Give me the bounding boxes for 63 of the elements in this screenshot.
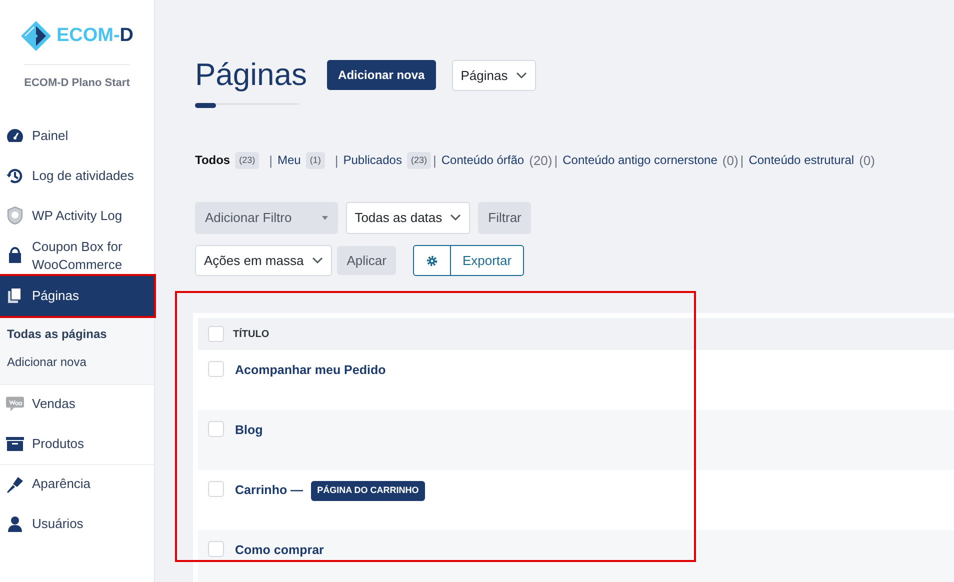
sidebar-item[interactable]: Aparência (0, 464, 154, 504)
sidebar-item[interactable]: Coupon Box for WooCommerce (0, 236, 154, 276)
caret-icon (322, 216, 328, 220)
shield-icon (6, 206, 24, 225)
title-underline (195, 102, 216, 108)
page-title-link[interactable]: Blog (235, 421, 263, 440)
person-icon (6, 516, 24, 532)
sidebar-item[interactable]: Painel (0, 116, 154, 156)
view-link[interactable]: Meu (278, 151, 301, 170)
plan-name: ECOM-D Plano Start (24, 64, 130, 92)
row-checkbox[interactable] (208, 421, 224, 437)
count-badge: (23) (235, 152, 260, 169)
view-separator: | (269, 152, 273, 170)
count-text: (0) (859, 152, 875, 170)
sidebar-item[interactable]: WP Activity Log (0, 196, 154, 236)
chevron-icon (516, 72, 527, 79)
add-new-button[interactable]: Adicionar nova (327, 60, 436, 90)
history-icon (6, 166, 24, 184)
row-checkbox[interactable] (208, 481, 224, 497)
view-separator: | (740, 152, 744, 170)
sidebar-item[interactable]: Log de atividades (0, 156, 154, 196)
speech-bubble-icon (6, 396, 24, 412)
submenu-item[interactable]: Todas as páginas (0, 320, 154, 348)
chevron-icon (312, 256, 323, 264)
view-separator: | (334, 152, 338, 170)
archive-box-icon (6, 436, 24, 450)
filter-button[interactable]: Filtrar (478, 202, 532, 234)
settings-icon (426, 255, 438, 268)
view-separator: | (554, 152, 558, 170)
page-state-badge: PÁGINA DO CARRINHO (311, 481, 425, 500)
count-text: (0) (722, 152, 738, 170)
count-text: (20) (529, 152, 552, 170)
page-title: Páginas (195, 56, 308, 94)
row-checkbox[interactable] (208, 361, 224, 377)
view-separator: | (432, 152, 436, 170)
chevron-icon (450, 214, 462, 222)
post-type-select[interactable]: Páginas (452, 60, 536, 91)
sidebar-item[interactable]: Vendas (0, 384, 154, 424)
sidebar-item[interactable]: Produtos (0, 424, 154, 464)
submenu-item[interactable]: Adicionar nova (0, 348, 154, 376)
brush-icon (6, 476, 24, 492)
row-checkbox[interactable] (208, 541, 224, 557)
apply-button[interactable]: Aplicar (336, 246, 396, 275)
sidebar-item[interactable]: Páginas (0, 276, 154, 316)
view-link[interactable]: Publicados (343, 151, 402, 170)
count-badge: (1) (306, 152, 325, 169)
count-badge: (23) (406, 152, 431, 169)
column-header: TÍTULO (233, 327, 270, 342)
gauge-icon (6, 128, 24, 144)
logo-icon (20, 20, 52, 52)
view-link[interactable]: Conteúdo estrutural (748, 151, 854, 170)
view-link[interactable]: Conteúdo órfão (441, 151, 524, 170)
page-title-link[interactable]: Acompanhar meu Pedido (235, 361, 386, 380)
date-select[interactable]: Todas as datas (346, 202, 470, 234)
select-all-checkbox[interactable] (208, 326, 224, 342)
logo-text: ECOM-D (56, 24, 134, 48)
sidebar-item[interactable]: Usuários (0, 504, 154, 544)
bulk-actions-select[interactable]: Ações em massa (195, 244, 332, 276)
page-title-link[interactable]: Carrinho — (235, 481, 304, 500)
view-link[interactable]: Conteúdo antigo cornerstone (562, 151, 718, 170)
add-filter-button[interactable]: Adicionar Filtro (195, 202, 338, 234)
page-title-link[interactable]: Como comprar (235, 541, 324, 560)
view-link[interactable]: Todos (195, 151, 230, 170)
